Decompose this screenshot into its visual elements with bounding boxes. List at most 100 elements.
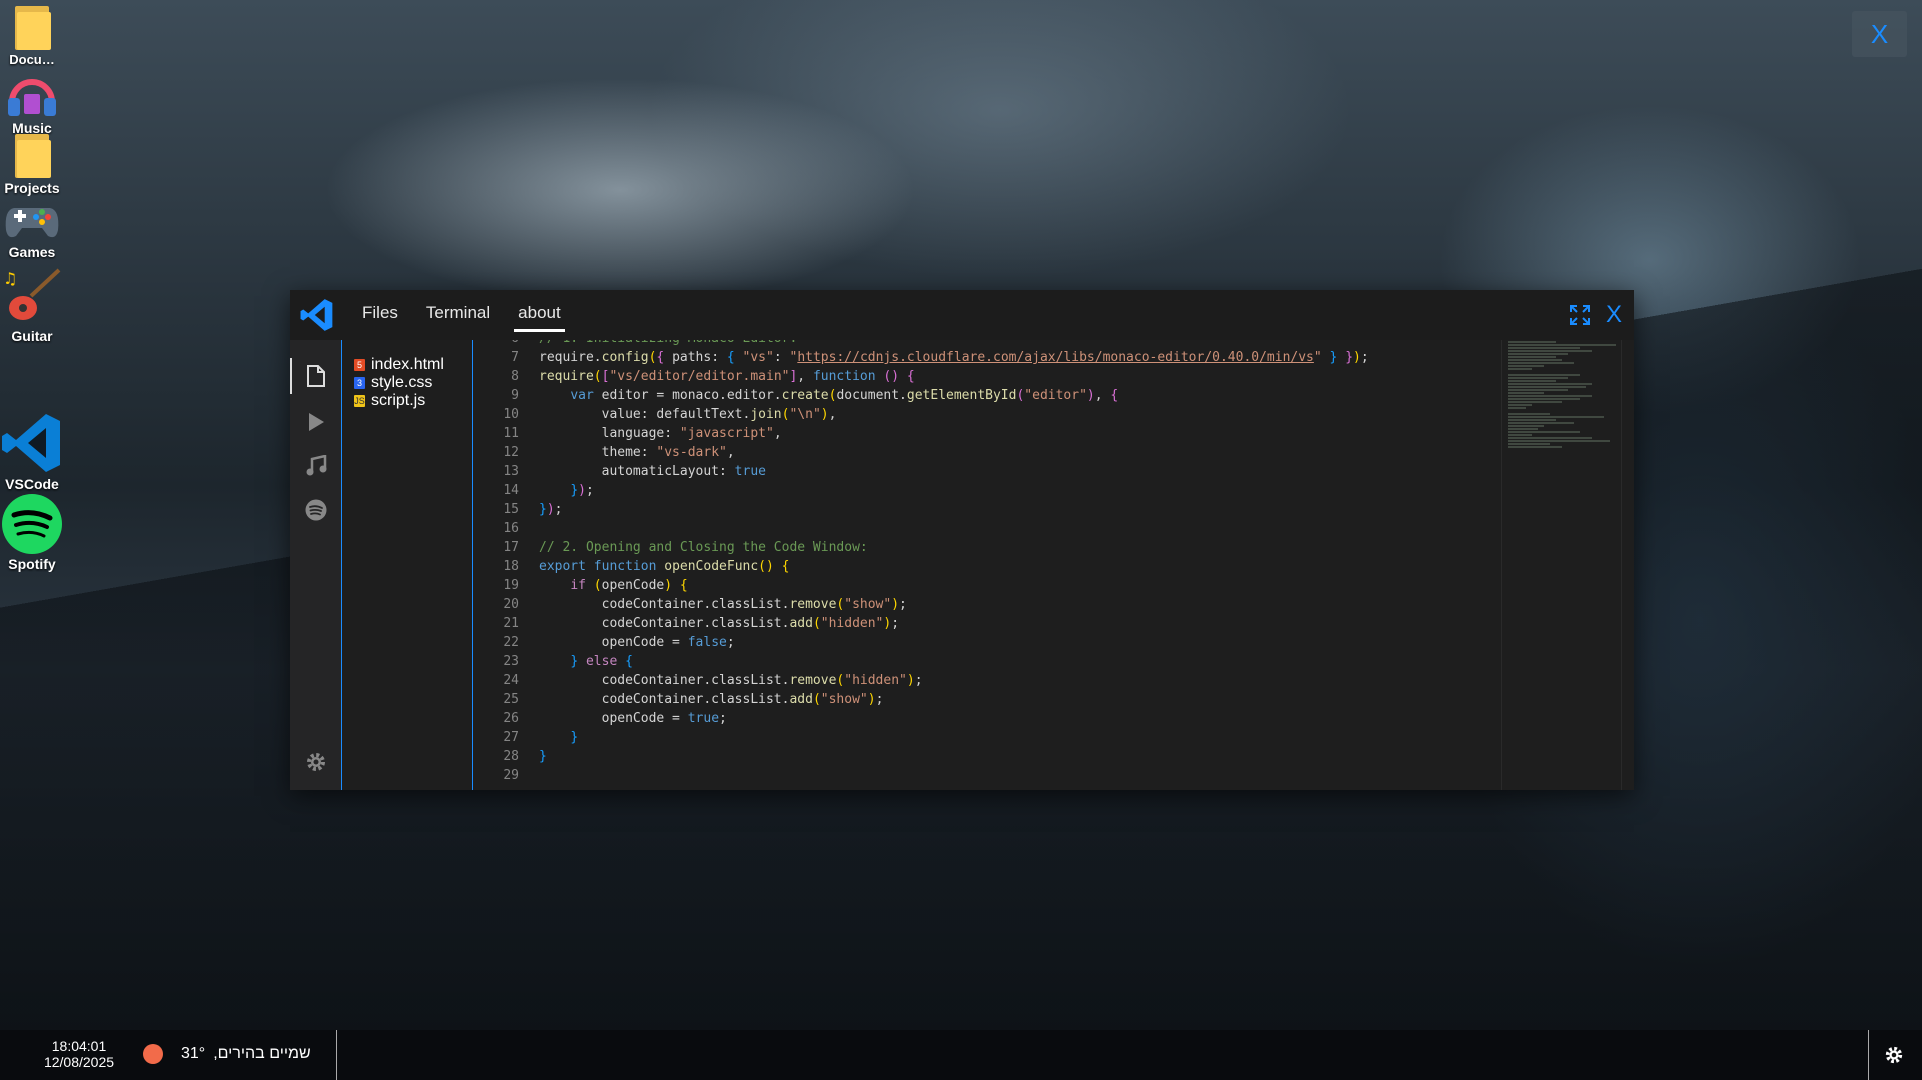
line-number: 6 xyxy=(473,340,539,348)
desktop-icon-vscode[interactable]: VSCode xyxy=(0,412,64,492)
line-text: export function openCodeFunc() { xyxy=(539,559,790,574)
desktop-icon-music[interactable]: Music xyxy=(0,72,64,136)
weather-temperature: 31° xyxy=(181,1045,206,1062)
minimap-line xyxy=(1508,416,1604,418)
window-close-button[interactable]: X xyxy=(1606,301,1622,329)
music-button[interactable] xyxy=(290,448,341,484)
editor-scrollbar[interactable] xyxy=(1621,340,1634,790)
line-number: 26 xyxy=(503,711,519,726)
line-number: 21 xyxy=(503,616,519,631)
minimap-line xyxy=(1508,413,1550,415)
code-line[interactable]: 16 xyxy=(473,519,1473,538)
line-number: 20 xyxy=(503,597,519,612)
minimap-line xyxy=(1508,443,1550,445)
minimap-line xyxy=(1508,431,1580,433)
file-style-css[interactable]: 3 style.css xyxy=(342,374,472,392)
line-number: 22 xyxy=(503,635,519,650)
menu-about[interactable]: about xyxy=(504,290,575,340)
file-explorer: 5 index.html 3 style.css JS script.js xyxy=(342,340,473,790)
settings-button[interactable] xyxy=(290,744,341,780)
file-name: index.html xyxy=(371,356,444,373)
code-line[interactable]: 21 codeContainer.classList.add("hidden")… xyxy=(473,614,1473,633)
code-line[interactable]: 11 language: "javascript", xyxy=(473,424,1473,443)
menu-files[interactable]: Files xyxy=(348,290,412,340)
minimap-line xyxy=(1508,341,1556,343)
guitar-icon: ♫ xyxy=(3,268,61,320)
line-text: var editor = monaco.editor.create(docume… xyxy=(570,388,1119,403)
code-line[interactable]: 18 export function openCodeFunc() { xyxy=(473,557,1473,576)
explorer-button[interactable] xyxy=(290,358,341,394)
code-line[interactable]: 25 codeContainer.classList.add("show"); xyxy=(473,690,1473,709)
minimap-line xyxy=(1508,422,1574,424)
line-number: 13 xyxy=(503,464,519,479)
desktop-icon-games[interactable]: Games xyxy=(0,198,64,260)
desktop-icon-documents[interactable]: Docu… xyxy=(0,6,64,67)
line-text: } xyxy=(570,730,579,745)
minimap-line xyxy=(1508,434,1532,436)
desktop-icon-guitar[interactable]: ♫ Guitar xyxy=(0,266,64,344)
line-number: 24 xyxy=(503,673,519,688)
code-line[interactable]: 28} xyxy=(473,747,1473,766)
spotify-icon xyxy=(305,499,326,521)
file-icon xyxy=(306,365,325,387)
line-text: codeContainer.classList.remove("show"); xyxy=(539,597,907,612)
code-line[interactable]: 14 }); xyxy=(473,481,1473,500)
maximize-icon[interactable] xyxy=(1569,305,1590,325)
code-line[interactable]: 22 openCode = false; xyxy=(473,633,1473,652)
js-file-icon: JS xyxy=(354,395,365,407)
code-line[interactable]: 29 xyxy=(473,766,1473,785)
code-editor[interactable]: 6// 1. Initializing Monaco Editor: 7 requi… xyxy=(473,340,1634,790)
line-text: value: defaultText.join("\n"), xyxy=(539,407,837,422)
minimap-line xyxy=(1508,383,1592,385)
run-button[interactable] xyxy=(290,404,341,440)
minimap-line xyxy=(1508,395,1592,397)
spotify-button[interactable] xyxy=(290,492,341,528)
sun-icon xyxy=(143,1044,163,1064)
menu-terminal[interactable]: Terminal xyxy=(412,290,504,340)
line-number: 29 xyxy=(503,768,519,783)
minimap-line xyxy=(1508,428,1538,430)
code-line[interactable]: 20 codeContainer.classList.remove("show"… xyxy=(473,595,1473,614)
line-text: openCode = false; xyxy=(539,635,735,650)
minimap-line xyxy=(1508,437,1592,439)
line-number: 15 xyxy=(503,502,519,517)
line-number: 8 xyxy=(511,369,519,384)
code-line[interactable]: 15}); xyxy=(473,500,1473,519)
minimap-line xyxy=(1508,425,1544,427)
close-button[interactable]: X xyxy=(1852,11,1907,57)
minimap-line xyxy=(1508,401,1562,403)
code-line[interactable]: 19 if (openCode) { xyxy=(473,576,1473,595)
weather-widget[interactable]: 31° שמיים בהירים, xyxy=(143,1044,311,1064)
line-number: 27 xyxy=(503,730,519,745)
svg-text:♫: ♫ xyxy=(3,269,17,288)
code-line[interactable]: 9 var editor = monaco.editor.create(docu… xyxy=(473,386,1473,405)
code-line[interactable]: 27 } xyxy=(473,728,1473,747)
line-text: // 2. Opening and Closing the Code Windo… xyxy=(539,540,868,555)
minimap-line xyxy=(1508,440,1610,442)
gear-icon[interactable] xyxy=(1884,1045,1904,1065)
file-name: script.js xyxy=(371,392,426,409)
code-line[interactable]: 26 openCode = true; xyxy=(473,709,1473,728)
code-line[interactable]: 23 } else { xyxy=(473,652,1473,671)
minimap[interactable] xyxy=(1501,340,1622,790)
code-line[interactable]: 17 // 2. Opening and Closing the Code Win… xyxy=(473,538,1473,557)
minimap-line xyxy=(1508,350,1592,352)
file-script-js[interactable]: JS script.js xyxy=(342,392,472,410)
desktop-icon-spotify[interactable]: Spotify xyxy=(0,494,64,572)
code-line[interactable]: 12 theme: "vs-dark", xyxy=(473,443,1473,462)
code-line[interactable]: 10 value: defaultText.join("\n"), xyxy=(473,405,1473,424)
code-line[interactable]: 13 automaticLayout: true xyxy=(473,462,1473,481)
line-number: 18 xyxy=(503,559,519,574)
window-titlebar: Files Terminal about X xyxy=(290,290,1634,340)
code-line[interactable]: 6// 1. Initializing Monaco Editor: xyxy=(473,340,1473,348)
code-line[interactable]: 24 codeContainer.classList.remove("hidde… xyxy=(473,671,1473,690)
minimap-line xyxy=(1508,386,1586,388)
line-number: 19 xyxy=(503,578,519,593)
code-line[interactable]: 8 require(["vs/editor/editor.main"], func… xyxy=(473,367,1473,386)
code-line[interactable]: 7 require.config({ paths: { "vs": "https:… xyxy=(473,348,1473,367)
desktop-icon-projects[interactable]: Projects xyxy=(0,134,64,196)
code-window: Files Terminal about X 5 index.html 3 st… xyxy=(290,290,1634,790)
spotify-icon xyxy=(2,494,62,554)
taskbar: 18:04:01 12/08/2025 31° שמיים בהירים, xyxy=(0,1030,1922,1080)
file-index-html[interactable]: 5 index.html xyxy=(342,356,472,374)
